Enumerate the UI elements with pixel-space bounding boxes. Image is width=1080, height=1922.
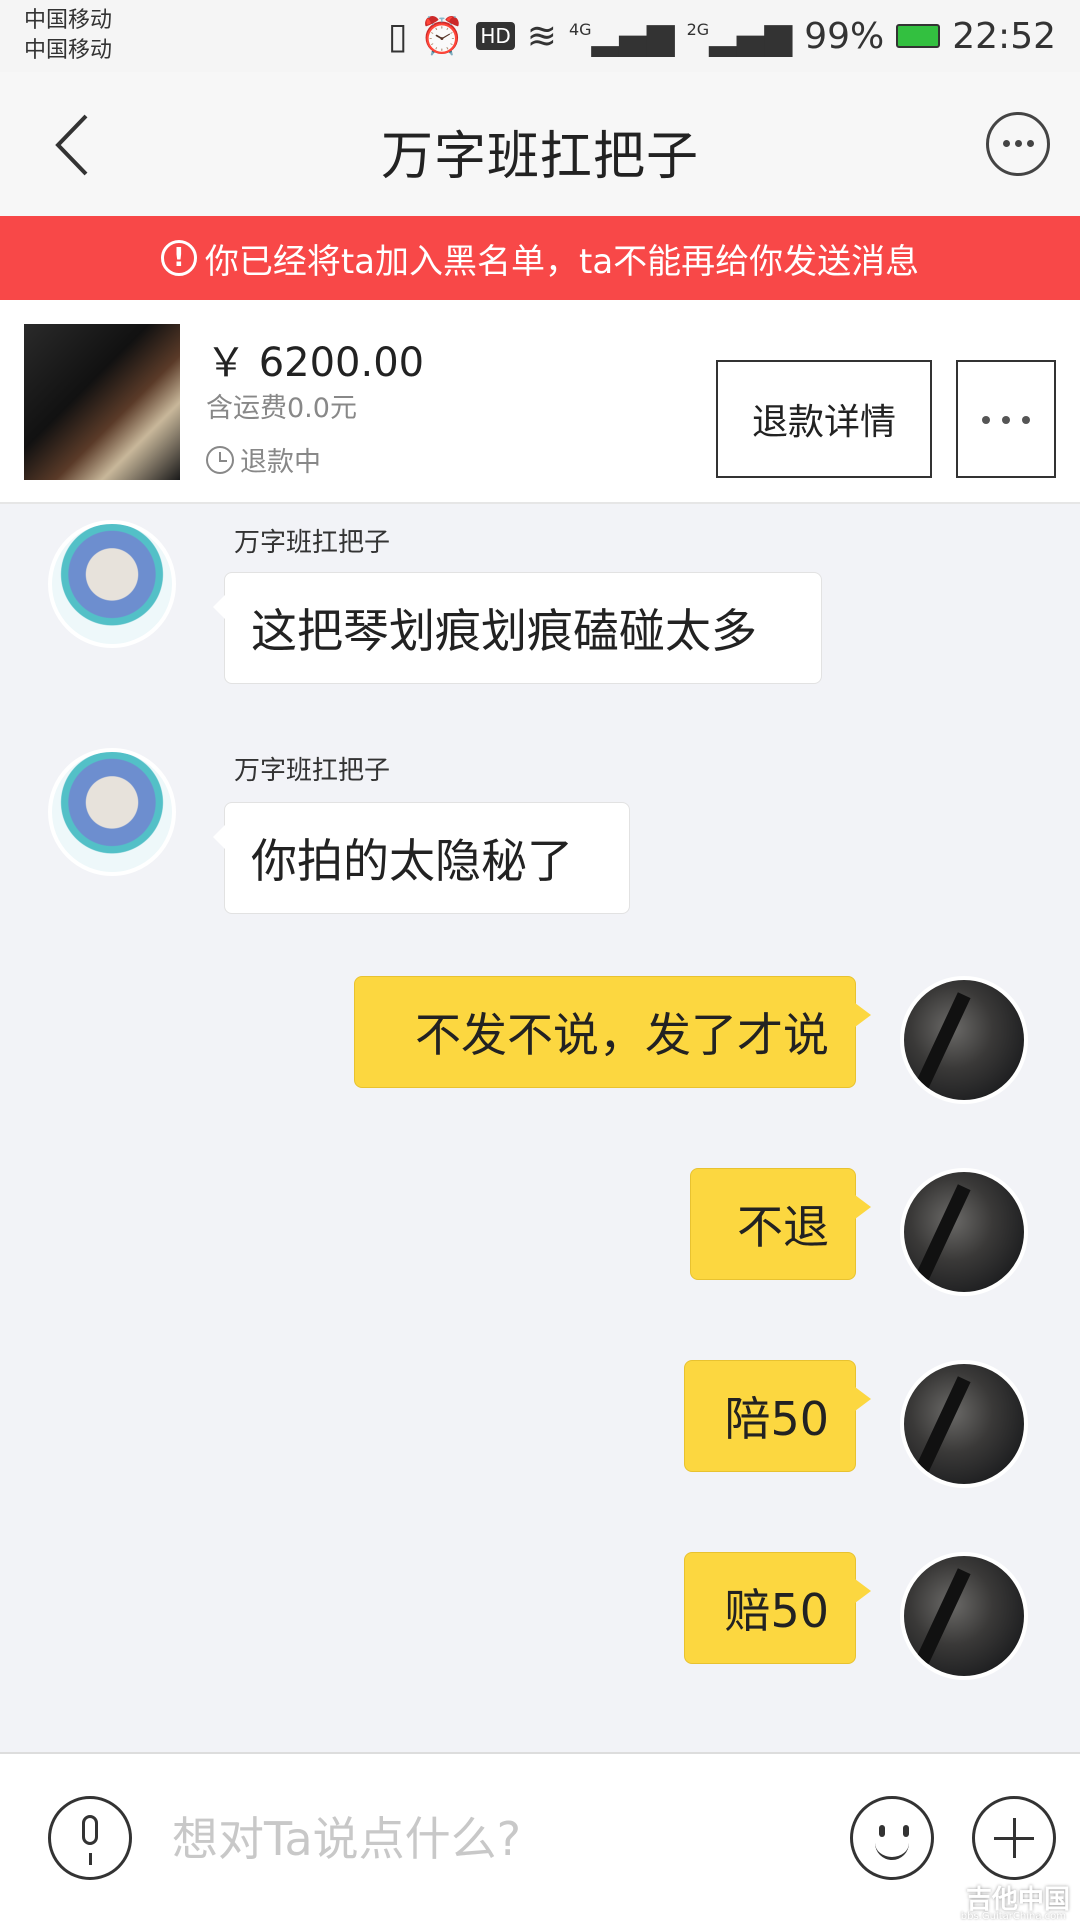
- message-text: 你拍的太隐秘了: [251, 834, 573, 888]
- signal-2g-icon: 2G▂▄▆: [686, 15, 793, 57]
- signal-4g-icon: 4G▂▄▆: [568, 15, 675, 57]
- product-more-button[interactable]: [956, 360, 1056, 478]
- chat-header: 万字班扛把子: [0, 72, 1080, 216]
- product-card: ￥ 6200.00 含运费0.0元 退款中 退款详情: [0, 300, 1080, 504]
- outgoing-message-bubble[interactable]: 陪50: [684, 1360, 871, 1472]
- wifi-icon: ≋: [526, 15, 557, 57]
- my-avatar[interactable]: [900, 976, 1028, 1104]
- shipping-fee: 含运费0.0元: [206, 393, 357, 424]
- incoming-message-bubble[interactable]: 这把琴划痕划痕磕碰太多: [213, 572, 822, 684]
- sender-name: 万字班扛把子: [234, 528, 391, 558]
- message-text: 陪50: [724, 1392, 829, 1446]
- message-input[interactable]: [170, 1794, 814, 1884]
- emoji-button[interactable]: [850, 1796, 934, 1880]
- more-options-button[interactable]: [986, 112, 1050, 176]
- clock-time: 22:52: [952, 15, 1056, 57]
- carrier-label-2: 中国移动: [24, 38, 113, 63]
- attach-plus-button[interactable]: [972, 1796, 1056, 1880]
- battery-percent: 99%: [804, 15, 885, 57]
- watermark-url: bbs.GuitarChina.com: [960, 1911, 1066, 1922]
- voice-input-button[interactable]: [48, 1796, 132, 1880]
- message-text: 赔50: [724, 1584, 829, 1638]
- alarm-icon: ⏰: [419, 16, 465, 57]
- message-text: 不退: [737, 1200, 829, 1254]
- message-text: 不发不说，发了才说: [415, 1008, 829, 1062]
- contact-avatar[interactable]: [48, 748, 176, 876]
- carrier-label-1: 中国移动: [24, 8, 113, 33]
- refund-details-button[interactable]: 退款详情: [716, 360, 932, 478]
- hd-icon: HD: [476, 22, 515, 50]
- more-icon: [1003, 140, 1010, 147]
- outgoing-message-bubble[interactable]: 不发不说，发了才说: [354, 976, 871, 1088]
- status-bar: 中国移动 中国移动 ▯ ⏰ HD ≋ 4G▂▄▆ 2G▂▄▆ 99% 22:52: [0, 0, 1080, 72]
- product-price: ￥ 6200.00: [206, 340, 425, 386]
- page-title: 万字班扛把子: [380, 127, 699, 187]
- order-status: 退款中: [206, 440, 321, 479]
- ellipsis-icon: [982, 416, 990, 424]
- product-thumbnail[interactable]: [24, 324, 180, 480]
- smiley-icon: [879, 1825, 885, 1837]
- my-avatar[interactable]: [900, 1360, 1028, 1488]
- sender-name: 万字班扛把子: [234, 756, 391, 786]
- battery-icon: [896, 24, 941, 48]
- my-avatar[interactable]: [900, 1552, 1028, 1680]
- order-status-label: 退款中: [240, 447, 321, 478]
- vibrate-icon: ▯: [387, 15, 408, 57]
- incoming-message-bubble[interactable]: 你拍的太隐秘了: [213, 802, 630, 914]
- outgoing-message-bubble[interactable]: 不退: [690, 1168, 871, 1280]
- my-avatar[interactable]: [900, 1168, 1028, 1296]
- banner-text: 你已经将ta加入黑名单，ta不能再给你发送消息: [204, 241, 920, 282]
- status-icons: ▯ ⏰ HD ≋ 4G▂▄▆ 2G▂▄▆ 99% 22:52: [388, 14, 1056, 58]
- warning-icon: !: [160, 240, 197, 276]
- contact-avatar[interactable]: [48, 520, 176, 648]
- message-text: 这把琴划痕划痕磕碰太多: [251, 604, 757, 658]
- outgoing-message-bubble[interactable]: 赔50: [684, 1552, 871, 1664]
- clock-icon: [206, 445, 234, 474]
- blacklist-banner: ! 你已经将ta加入黑名单，ta不能再给你发送消息: [0, 216, 1080, 300]
- message-composer: 吉他中国 bbs.GuitarChina.com: [0, 1752, 1080, 1922]
